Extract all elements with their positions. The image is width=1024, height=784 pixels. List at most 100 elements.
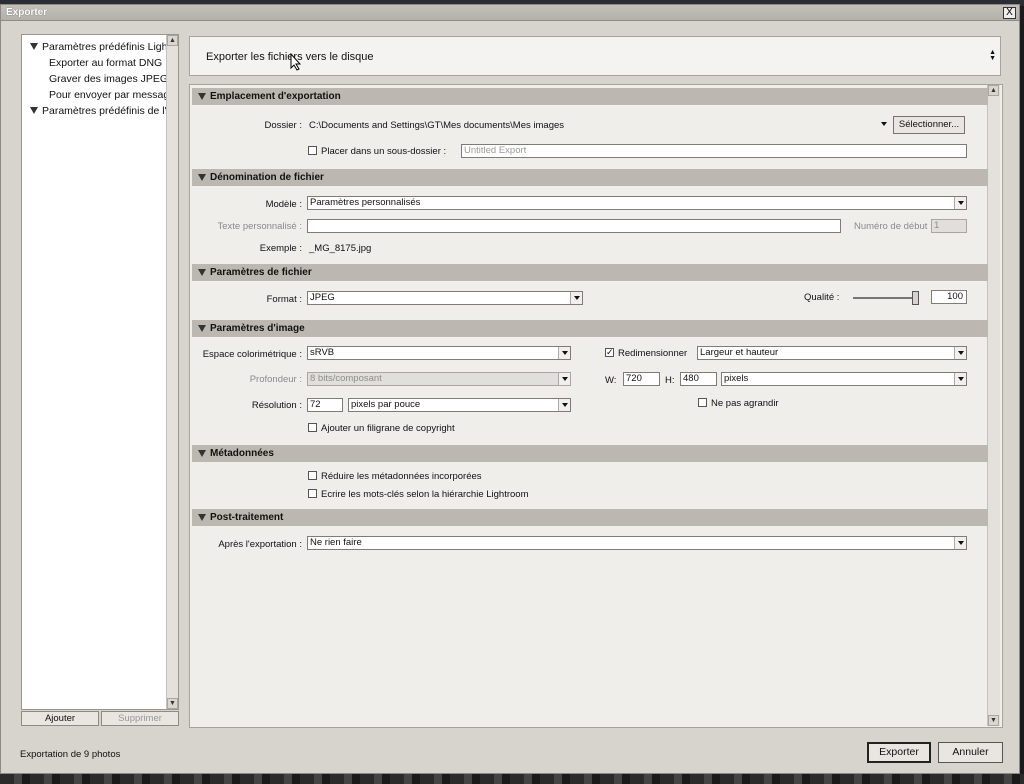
- height-label: H:: [665, 375, 675, 386]
- colorspace-select[interactable]: sRVB: [307, 346, 571, 360]
- no-enlarge-label: Ne pas agrandir: [711, 398, 779, 409]
- after-export-select[interactable]: Ne rien faire: [307, 536, 967, 550]
- add-preset-button[interactable]: Ajouter: [21, 711, 99, 726]
- window-title: Exporter: [6, 7, 48, 18]
- settings-scrollbar[interactable]: ▲ ▼: [987, 85, 1000, 726]
- template-value: Paramètres personnalisés: [310, 197, 421, 208]
- resolution-label: Résolution :: [251, 400, 302, 411]
- example-filename: _MG_8175.jpg: [309, 243, 372, 254]
- folder-dropdown-icon[interactable]: [881, 122, 887, 126]
- section-title: Paramètres de fichier: [210, 267, 312, 278]
- preset-item-jpeg[interactable]: Graver des images JPEG en pleine taille: [49, 73, 166, 85]
- section-file-header[interactable]: Paramètres de fichier: [192, 264, 988, 281]
- folder-path: C:\Documents and Settings\GT\Mes documen…: [309, 120, 565, 131]
- section-title: Paramètres d'image: [210, 323, 305, 334]
- presets-scrollbar[interactable]: ▲ ▼: [166, 35, 178, 709]
- start-number-label: Numéro de début :: [854, 221, 933, 232]
- format-select[interactable]: JPEG: [307, 291, 583, 305]
- width-label: W:: [605, 375, 617, 386]
- dropdown-arrow-icon[interactable]: [954, 537, 966, 549]
- section-image-header[interactable]: Paramètres d'image: [192, 320, 988, 337]
- collapse-triangle-icon[interactable]: [198, 450, 206, 457]
- template-select[interactable]: Paramètres personnalisés: [307, 196, 967, 210]
- expand-triangle-icon[interactable]: [30, 43, 38, 50]
- export-button[interactable]: Exporter: [867, 742, 931, 763]
- select-folder-button[interactable]: Sélectionner...: [893, 116, 965, 134]
- collapse-triangle-icon[interactable]: [198, 514, 206, 521]
- cancel-button[interactable]: Annuler: [938, 742, 1003, 763]
- collapse-triangle-icon[interactable]: [198, 93, 206, 100]
- resize-mode-select[interactable]: Largeur et hauteur: [697, 346, 967, 360]
- scroll-up-icon[interactable]: ▲: [167, 35, 178, 46]
- preset-group-user[interactable]: Paramètres prédéfinis de l'utilisateur: [30, 105, 166, 117]
- quality-slider-thumb[interactable]: [912, 291, 919, 305]
- quality-slider-track[interactable]: [853, 297, 919, 299]
- dropdown-arrow-icon[interactable]: [558, 347, 570, 359]
- dropdown-arrow-icon[interactable]: [558, 373, 570, 385]
- section-title: Post-traitement: [210, 512, 284, 523]
- export-count-status: Exportation de 9 photos: [20, 749, 121, 760]
- export-destination-select[interactable]: Exporter les fichiers vers le disque ▲ ▼: [189, 36, 1001, 76]
- scroll-down-icon[interactable]: ▼: [167, 698, 178, 709]
- quality-input[interactable]: 100: [931, 290, 967, 304]
- mouse-cursor-icon: [290, 53, 302, 71]
- dropdown-arrow-icon[interactable]: [558, 399, 570, 411]
- resolution-unit-value: pixels par pouce: [351, 399, 421, 410]
- depth-value: 8 bits/composant: [310, 373, 382, 384]
- dropdown-arrow-icon[interactable]: [570, 292, 582, 304]
- folder-label: Dossier :: [264, 120, 302, 131]
- dropdown-arrow-icon[interactable]: [954, 373, 966, 385]
- section-title: Métadonnées: [210, 448, 274, 459]
- after-export-value: Ne rien faire: [310, 537, 362, 548]
- preset-item-email[interactable]: Pour envoyer par messagerie: [49, 89, 166, 101]
- template-label: Modèle :: [265, 199, 302, 210]
- scroll-up-icon[interactable]: ▲: [988, 85, 999, 96]
- quality-label: Qualité :: [804, 292, 840, 303]
- watermark-label: Ajouter un filigrane de copyright: [321, 423, 455, 434]
- dropdown-arrow-icon[interactable]: [954, 347, 966, 359]
- section-metadata-header[interactable]: Métadonnées: [192, 445, 988, 462]
- size-unit-select[interactable]: pixels: [721, 372, 967, 386]
- collapse-triangle-icon[interactable]: [198, 269, 206, 276]
- section-post-header[interactable]: Post-traitement: [192, 509, 988, 526]
- depth-select[interactable]: 8 bits/composant: [307, 372, 571, 386]
- close-button[interactable]: X: [1003, 7, 1016, 19]
- start-number-input[interactable]: 1: [931, 219, 967, 233]
- section-location-header[interactable]: Emplacement d'exportation: [192, 88, 988, 105]
- colorspace-label: Espace colorimétrique :: [202, 349, 302, 360]
- custom-text-input[interactable]: [307, 219, 841, 233]
- remove-preset-button[interactable]: Supprimer: [101, 711, 179, 726]
- format-value: JPEG: [310, 292, 335, 303]
- section-title: Emplacement d'exportation: [210, 91, 341, 102]
- watermark-checkbox[interactable]: [308, 423, 317, 432]
- section-title: Dénomination de fichier: [210, 172, 324, 183]
- title-bar: Exporter X: [1, 5, 1019, 21]
- resolution-unit-select[interactable]: pixels par pouce: [348, 398, 571, 412]
- section-naming-header[interactable]: Dénomination de fichier: [192, 169, 988, 186]
- subfolder-input[interactable]: Untitled Export: [461, 144, 967, 158]
- collapse-triangle-icon[interactable]: [198, 174, 206, 181]
- example-label: Exemple :: [259, 243, 302, 254]
- subfolder-checkbox[interactable]: [308, 146, 317, 155]
- preset-group-label: Paramètres prédéfinis Lightroom: [42, 41, 166, 53]
- collapse-triangle-icon[interactable]: [198, 325, 206, 332]
- no-enlarge-checkbox[interactable]: [698, 398, 707, 407]
- updown-arrows-icon: ▲ ▼: [989, 49, 996, 62]
- expand-triangle-icon[interactable]: [30, 107, 38, 114]
- minimize-metadata-label: Réduire les métadonnées incorporées: [321, 471, 482, 482]
- resize-mode-value: Largeur et hauteur: [700, 347, 779, 358]
- scroll-down-icon[interactable]: ▼: [988, 715, 999, 726]
- preset-item-dng[interactable]: Exporter au format DNG: [49, 57, 166, 69]
- dropdown-arrow-icon[interactable]: [954, 197, 966, 209]
- height-input[interactable]: 480: [680, 372, 717, 386]
- format-label: Format :: [266, 294, 302, 305]
- resolution-input[interactable]: 72: [307, 398, 343, 412]
- keyword-hierarchy-checkbox[interactable]: [308, 489, 317, 498]
- resize-label: Redimensionner: [618, 348, 688, 359]
- width-input[interactable]: 720: [623, 372, 660, 386]
- keyword-hierarchy-label: Ecrire les mots-clés selon la hiérarchie…: [321, 489, 529, 500]
- resize-checkbox[interactable]: ✓: [605, 348, 614, 357]
- size-unit-value: pixels: [724, 373, 749, 384]
- preset-group-lightroom[interactable]: Paramètres prédéfinis Lightroom: [30, 41, 166, 53]
- minimize-metadata-checkbox[interactable]: [308, 471, 317, 480]
